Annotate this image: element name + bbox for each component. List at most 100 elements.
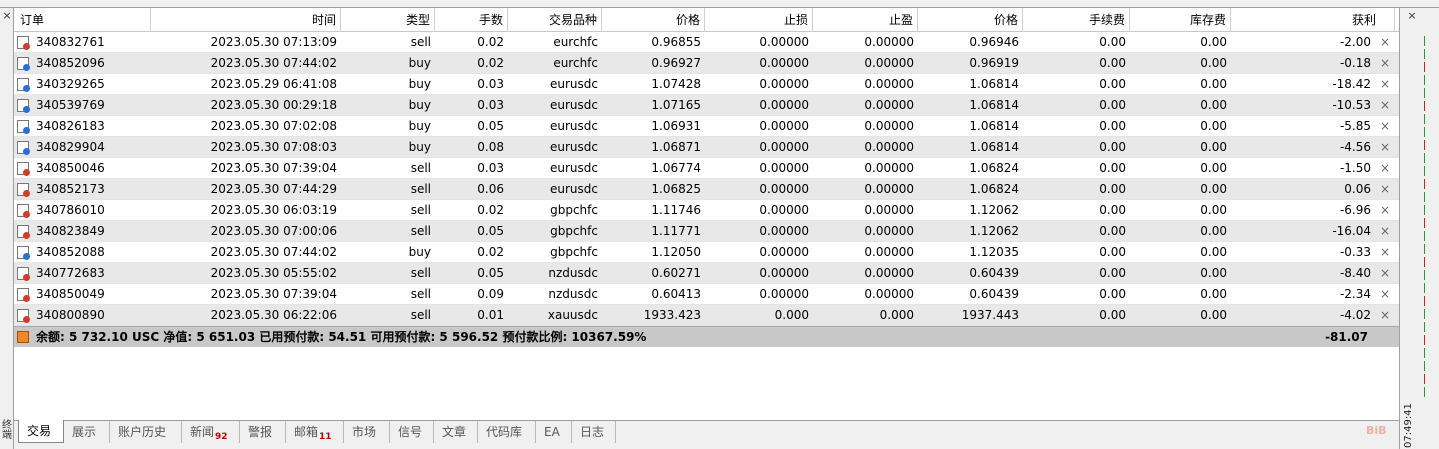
close-order-icon[interactable]: ×	[1378, 179, 1392, 200]
order-type-dot	[23, 316, 30, 323]
order-type-dot	[23, 232, 30, 239]
tab-4[interactable]: 警报	[240, 421, 286, 443]
column-header-lots[interactable]: 手数	[435, 8, 508, 32]
close-order-icon[interactable]: ×	[1378, 305, 1392, 326]
cell-type: sell	[410, 182, 431, 196]
right-panel-close-icon[interactable]: ×	[1406, 10, 1418, 22]
cell-swap: 0.00	[1200, 224, 1227, 238]
tab-9[interactable]: 代码库	[478, 421, 536, 443]
price-tick-mark	[1424, 114, 1433, 124]
cell-id: 340772683	[36, 266, 105, 280]
price-tick-mark	[1424, 101, 1433, 111]
cell-type: sell	[410, 35, 431, 49]
price-tick-mark	[1424, 49, 1433, 59]
cell-sl: 0.00000	[759, 119, 809, 133]
cell-symbol: eurchfc	[553, 56, 598, 70]
tab-1[interactable]: 展示	[64, 421, 110, 443]
tab-label: 代码库	[486, 425, 523, 439]
cell-time: 2023.05.30 07:39:04	[210, 287, 337, 301]
cell-type: sell	[410, 161, 431, 175]
order-type-dot	[23, 64, 30, 71]
tab-5[interactable]: 邮箱11	[286, 421, 344, 443]
tab-3[interactable]: 新闻92	[182, 421, 240, 443]
cell-profit: -6.96	[1339, 203, 1371, 217]
close-order-icon[interactable]: ×	[1378, 242, 1392, 263]
server-clock: 07:49:41	[1403, 403, 1414, 448]
tab-label: 交易	[27, 424, 52, 438]
cell-swap: 0.00	[1200, 119, 1227, 133]
panel-close-icon[interactable]: ×	[1, 10, 13, 22]
close-order-icon[interactable]: ×	[1378, 116, 1392, 137]
column-header-profit[interactable]: 获利	[1231, 8, 1395, 32]
column-header-commission[interactable]: 手续费	[1023, 8, 1130, 32]
cell-sl: 0.00000	[759, 224, 809, 238]
table-row[interactable]: 340852173 2023.05.30 07:44:29 sell 0.06 euru…	[14, 179, 1399, 200]
close-order-icon[interactable]: ×	[1378, 263, 1392, 284]
table-row[interactable]: 340852096 2023.05.30 07:44:02 buy 0.02 eurch…	[14, 53, 1399, 74]
tab-label: 信号	[398, 425, 423, 439]
price-tick-mark	[1424, 361, 1433, 371]
column-header-time[interactable]: 时间	[151, 8, 341, 32]
column-header-open_price[interactable]: 价格	[602, 8, 705, 32]
price-tick-mark	[1424, 348, 1433, 358]
column-header-price[interactable]: 价格	[918, 8, 1023, 32]
close-order-icon[interactable]: ×	[1378, 137, 1392, 158]
tab-7[interactable]: 信号	[390, 421, 434, 443]
tab-label: 文章	[442, 425, 467, 439]
table-row[interactable]: 340850046 2023.05.30 07:39:04 sell 0.03 euru…	[14, 158, 1399, 179]
table-row[interactable]: 340852088 2023.05.30 07:44:02 buy 0.02 gbpch…	[14, 242, 1399, 263]
tab-10[interactable]: EA	[536, 421, 572, 443]
cell-open_price: 1.12050	[651, 245, 701, 259]
sell-order-icon	[17, 36, 30, 50]
table-row[interactable]: 340826183 2023.05.30 07:02:08 buy 0.05 eurus…	[14, 116, 1399, 137]
close-order-icon[interactable]: ×	[1378, 158, 1392, 179]
buy-order-icon	[17, 78, 30, 92]
cell-sl: 0.00000	[759, 245, 809, 259]
close-order-icon[interactable]: ×	[1378, 74, 1392, 95]
cell-id: 340832761	[36, 35, 105, 49]
close-order-icon[interactable]: ×	[1378, 95, 1392, 116]
close-order-icon[interactable]: ×	[1378, 221, 1392, 242]
table-row[interactable]: 340850049 2023.05.30 07:39:04 sell 0.09 nzdu…	[14, 284, 1399, 305]
tab-label: 新闻	[190, 425, 215, 439]
tab-2[interactable]: 账户历史	[110, 421, 182, 443]
cell-commission: 0.00	[1099, 182, 1126, 196]
close-order-icon[interactable]: ×	[1378, 32, 1392, 53]
table-row[interactable]: 340786010 2023.05.30 06:03:19 sell 0.02 gbpc…	[14, 200, 1399, 221]
tab-label: 市场	[352, 425, 377, 439]
tab-11[interactable]: 日志	[572, 421, 616, 443]
table-row[interactable]: 340539769 2023.05.30 00:29:18 buy 0.03 eurus…	[14, 95, 1399, 116]
cell-symbol: eurchfc	[553, 35, 598, 49]
cell-sl: 0.00000	[759, 182, 809, 196]
cell-tp: 0.00000	[864, 35, 914, 49]
cell-time: 2023.05.30 07:39:04	[210, 161, 337, 175]
close-order-icon[interactable]: ×	[1378, 53, 1392, 74]
sort-indicator-icon: /	[587, 15, 591, 25]
table-row[interactable]: 340832761 2023.05.30 07:13:09 sell 0.02 eurc…	[14, 32, 1399, 53]
tab-0[interactable]: 交易	[18, 420, 64, 443]
table-row[interactable]: 340329265 2023.05.29 06:41:08 buy 0.03 eurus…	[14, 74, 1399, 95]
column-header-type[interactable]: 类型	[341, 8, 435, 32]
close-order-icon[interactable]: ×	[1378, 200, 1392, 221]
cell-tp: 0.00000	[864, 224, 914, 238]
column-header-id[interactable]: 订单	[14, 8, 151, 32]
close-order-icon[interactable]: ×	[1378, 284, 1392, 305]
tab-8[interactable]: 文章	[434, 421, 478, 443]
table-header: 订单 时间 类型 手数 交易品种 价格 止损 止盈 价格 手续费 库存费 获利 /	[14, 8, 1399, 32]
cell-profit: -2.00	[1339, 35, 1371, 49]
column-header-swap[interactable]: 库存费	[1130, 8, 1231, 32]
cell-commission: 0.00	[1099, 98, 1126, 112]
table-row[interactable]: 340829904 2023.05.30 07:08:03 buy 0.08 eurus…	[14, 137, 1399, 158]
cell-sl: 0.00000	[759, 77, 809, 91]
column-header-sl[interactable]: 止损	[705, 8, 813, 32]
price-tick-mark	[1424, 231, 1433, 241]
table-row[interactable]: 340823849 2023.05.30 07:00:06 sell 0.05 gbpc…	[14, 221, 1399, 242]
tab-label: 展示	[72, 425, 97, 439]
tab-6[interactable]: 市场	[344, 421, 390, 443]
table-row[interactable]: 340772683 2023.05.30 05:55:02 sell 0.05 nzdu…	[14, 263, 1399, 284]
table-row[interactable]: 340800890 2023.05.30 06:22:06 sell 0.01 xauu…	[14, 305, 1399, 326]
sell-order-icon	[17, 225, 30, 239]
cell-sl: 0.00000	[759, 98, 809, 112]
cell-price: 1.06814	[969, 98, 1019, 112]
column-header-tp[interactable]: 止盈	[813, 8, 918, 32]
